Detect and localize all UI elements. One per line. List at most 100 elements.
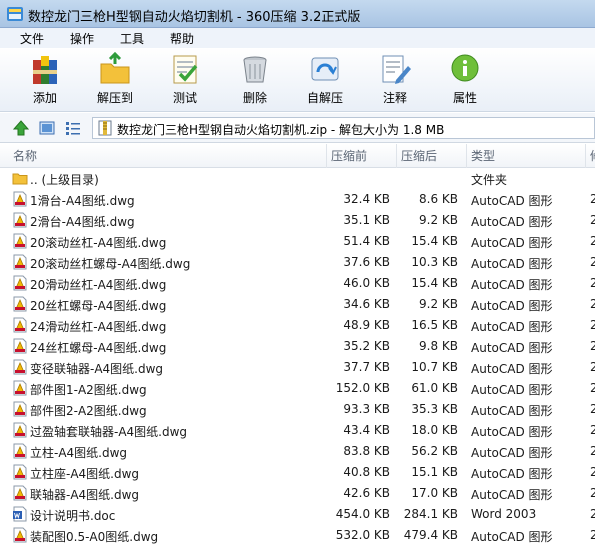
- autocad-file-icon: [13, 254, 27, 270]
- file-size: 35.1 KB: [343, 213, 390, 227]
- file-type: AutoCAD 图形: [471, 467, 553, 481]
- file-size: 40.8 KB: [343, 465, 390, 479]
- autocad-file-icon: [13, 233, 27, 249]
- extract-to-icon: [100, 52, 130, 84]
- file-row[interactable]: 过盈轴套联轴器-A4图纸.dwg 43.4 KB 18.0 KB AutoCAD 图形…: [0, 420, 595, 441]
- word-document-icon: [13, 506, 27, 522]
- file-row[interactable]: .. (上级目录) 文件夹: [0, 168, 595, 189]
- file-row[interactable]: 1滑台-A4图纸.dwg 32.4 KB 8.6 KB AutoCAD 图形 2: [0, 189, 595, 210]
- delete-label: 删除: [242, 91, 267, 105]
- comment-icon: [382, 55, 411, 84]
- delete-button[interactable]: 删除: [225, 50, 285, 110]
- menu-help[interactable]: 帮助: [170, 30, 194, 47]
- menu-operation[interactable]: 操作: [70, 30, 94, 47]
- properties-button[interactable]: 属性: [435, 50, 495, 110]
- toolbar: 添加 解压到 测试 删除 自解压 注释 属性: [0, 48, 595, 112]
- file-name: 过盈轴套联轴器-A4图纸.dwg: [30, 425, 188, 439]
- file-name: 2滑台-A4图纸.dwg: [30, 215, 135, 229]
- add-button[interactable]: 添加: [15, 50, 75, 110]
- file-size: 152.0 KB: [335, 381, 390, 395]
- autocad-file-icon: [13, 275, 27, 291]
- zip-file-icon: [98, 120, 112, 136]
- autocad-file-icon: [13, 485, 27, 501]
- file-size: 34.6 KB: [343, 297, 390, 311]
- file-size: 42.6 KB: [343, 486, 390, 500]
- file-row[interactable]: 装配图0.5-A0图纸.dwg 532.0 KB 479.4 KB AutoCAD 图…: [0, 525, 595, 546]
- file-name: 设计说明书.doc: [30, 509, 116, 523]
- address-field[interactable]: 数控龙门三枪H型钢自动火焰切割机.zip - 解包大小为 1.8 MB: [92, 117, 595, 139]
- comment-button[interactable]: 注释: [365, 50, 425, 110]
- menu-tools[interactable]: 工具: [120, 30, 144, 47]
- file-packed-size: 15.4 KB: [411, 234, 458, 248]
- list-view-icon[interactable]: [64, 119, 82, 137]
- file-size: 532.0 KB: [335, 528, 390, 542]
- menu-file[interactable]: 文件: [20, 30, 44, 47]
- file-modified-partial: 2: [590, 339, 595, 353]
- file-size: 83.8 KB: [343, 444, 390, 458]
- autocad-file-icon: [13, 296, 27, 312]
- file-type: AutoCAD 图形: [471, 404, 553, 418]
- column-type-header[interactable]: 类型: [467, 144, 586, 168]
- file-type: AutoCAD 图形: [471, 425, 553, 439]
- file-row[interactable]: 20滚动丝杠-A4图纸.dwg 51.4 KB 15.4 KB AutoCAD 图形 2: [0, 231, 595, 252]
- file-row[interactable]: 24丝杠螺母-A4图纸.dwg 35.2 KB 9.8 KB AutoCAD 图形 2: [0, 336, 595, 357]
- file-row[interactable]: 20丝杠螺母-A4图纸.dwg 34.6 KB 9.2 KB AutoCAD 图形 2: [0, 294, 595, 315]
- autocad-file-icon: [13, 380, 27, 396]
- file-name: 20丝杠螺母-A4图纸.dwg: [30, 299, 167, 313]
- file-type: AutoCAD 图形: [471, 236, 553, 250]
- file-type: AutoCAD 图形: [471, 530, 553, 544]
- file-packed-size: 17.0 KB: [411, 486, 458, 500]
- file-name: 20滑动丝杠-A4图纸.dwg: [30, 278, 167, 292]
- self-extract-label: 自解压: [306, 91, 343, 105]
- column-modified-header[interactable]: 修: [586, 144, 595, 168]
- file-name: 20滚动丝杠螺母-A4图纸.dwg: [30, 257, 191, 271]
- file-row[interactable]: 部件图1-A2图纸.dwg 152.0 KB 61.0 KB AutoCAD 图形 2: [0, 378, 595, 399]
- file-row[interactable]: 24滑动丝杠-A4图纸.dwg 48.9 KB 16.5 KB AutoCAD 图形 2: [0, 315, 595, 336]
- file-name: 联轴器-A4图纸.dwg: [30, 488, 140, 502]
- file-row[interactable]: 2滑台-A4图纸.dwg 35.1 KB 9.2 KB AutoCAD 图形 2: [0, 210, 595, 231]
- file-row[interactable]: 变径联轴器-A4图纸.dwg 37.7 KB 10.7 KB AutoCAD 图形 2: [0, 357, 595, 378]
- thumbnail-view-icon[interactable]: [38, 119, 56, 137]
- folder-icon: [12, 173, 28, 185]
- file-modified-partial: 2: [590, 297, 595, 311]
- file-size: 93.3 KB: [343, 402, 390, 416]
- file-row[interactable]: 立柱座-A4图纸.dwg 40.8 KB 15.1 KB AutoCAD 图形 2: [0, 462, 595, 483]
- file-row[interactable]: 20滚动丝杠螺母-A4图纸.dwg 37.6 KB 10.3 KB AutoCAD 图…: [0, 252, 595, 273]
- up-arrow-icon[interactable]: [12, 119, 30, 137]
- column-name-header[interactable]: 名称: [9, 144, 327, 168]
- info-icon: [451, 54, 479, 82]
- file-row[interactable]: 联轴器-A4图纸.dwg 42.6 KB 17.0 KB AutoCAD 图形 2: [0, 483, 595, 504]
- app-logo-icon: [7, 7, 23, 21]
- file-packed-size: 284.1 KB: [403, 507, 458, 521]
- file-size: 32.4 KB: [343, 192, 390, 206]
- file-name: .. (上级目录): [30, 173, 99, 187]
- autocad-file-icon: [13, 212, 27, 228]
- file-row[interactable]: 立柱-A4图纸.dwg 83.8 KB 56.2 KB AutoCAD 图形 2: [0, 441, 595, 462]
- autocad-file-icon: [13, 191, 27, 207]
- file-name: 装配图0.5-A0图纸.dwg: [30, 530, 159, 544]
- address-bar: 数控龙门三枪H型钢自动火焰切割机.zip - 解包大小为 1.8 MB: [0, 113, 595, 143]
- file-packed-size: 15.4 KB: [411, 276, 458, 290]
- file-packed-size: 10.7 KB: [411, 360, 458, 374]
- file-row[interactable]: 设计说明书.doc 454.0 KB 284.1 KB Word 2003 2: [0, 504, 595, 525]
- file-modified-partial: 2: [590, 423, 595, 437]
- file-modified-partial: 2: [590, 402, 595, 416]
- comment-label: 注释: [382, 91, 407, 105]
- file-modified-partial: 2: [590, 444, 595, 458]
- self-extract-button[interactable]: 自解压: [295, 50, 355, 110]
- file-row[interactable]: 20滑动丝杠-A4图纸.dwg 46.0 KB 15.4 KB AutoCAD 图形 2: [0, 273, 595, 294]
- menu-bar: 文件 操作 工具 帮助: [0, 28, 595, 48]
- extract-to-button[interactable]: 解压到: [85, 50, 145, 110]
- file-packed-size: 15.1 KB: [411, 465, 458, 479]
- autocad-file-icon: [13, 443, 27, 459]
- column-packed-header[interactable]: 压缩后: [397, 144, 467, 168]
- test-button[interactable]: 测试: [155, 50, 215, 110]
- file-size: 37.7 KB: [343, 360, 390, 374]
- file-packed-size: 18.0 KB: [411, 423, 458, 437]
- file-row[interactable]: 部件图2-A2图纸.dwg 93.3 KB 35.3 KB AutoCAD 图形 2: [0, 399, 595, 420]
- file-packed-size: 56.2 KB: [411, 444, 458, 458]
- column-size-header[interactable]: 压缩前: [327, 144, 397, 168]
- extract-to-label: 解压到: [96, 91, 133, 105]
- test-icon: [173, 55, 198, 84]
- file-size: 48.9 KB: [343, 318, 390, 332]
